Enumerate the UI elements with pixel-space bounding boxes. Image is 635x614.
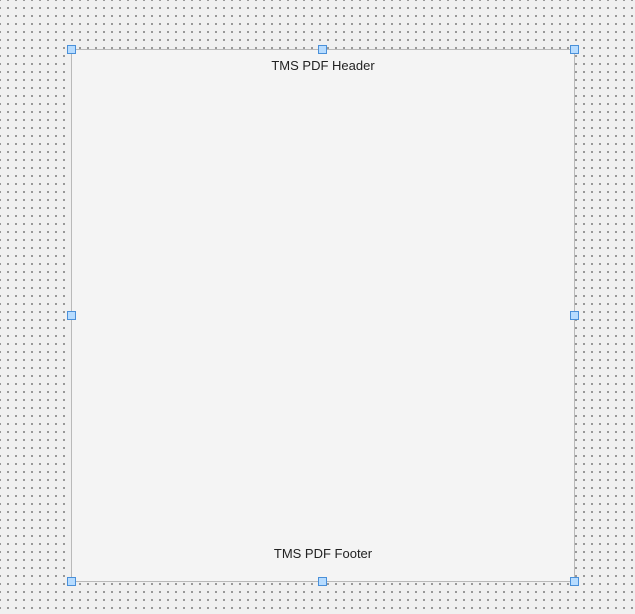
resize-handle-bottom-left[interactable]	[67, 577, 76, 586]
resize-handle-bottom-right[interactable]	[570, 577, 579, 586]
form-designer-surface[interactable]: TMS PDF Header TMS PDF Footer	[0, 0, 635, 614]
pdf-footer-label: TMS PDF Footer	[72, 546, 574, 561]
resize-handle-middle-right[interactable]	[570, 311, 579, 320]
resize-handle-middle-left[interactable]	[67, 311, 76, 320]
resize-handle-top-left[interactable]	[67, 45, 76, 54]
resize-handle-bottom-center[interactable]	[318, 577, 327, 586]
resize-handle-top-right[interactable]	[570, 45, 579, 54]
pdf-header-label: TMS PDF Header	[72, 58, 574, 73]
resize-handle-top-center[interactable]	[318, 45, 327, 54]
pdf-component[interactable]: TMS PDF Header TMS PDF Footer	[71, 49, 575, 582]
